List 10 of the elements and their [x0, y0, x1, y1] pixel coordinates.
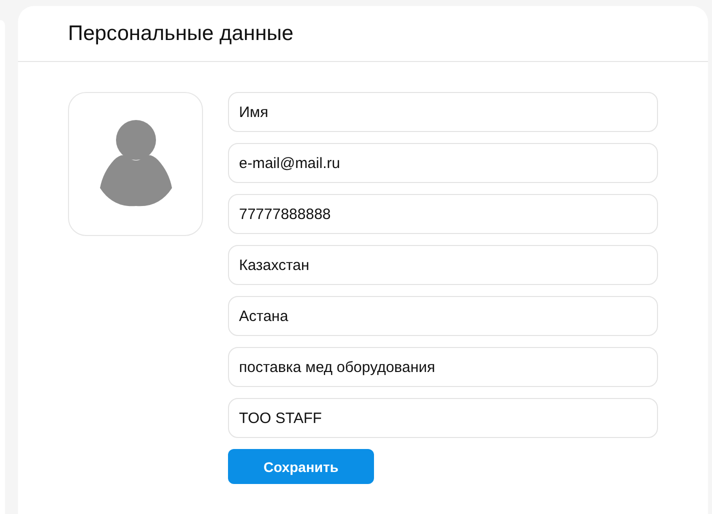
input-field[interactable]: Казахстан	[228, 245, 658, 285]
input-field[interactable]: TOO STAFF	[228, 398, 658, 438]
input-field[interactable]: Имя	[228, 92, 658, 132]
user-avatar-icon	[98, 120, 172, 208]
input-field[interactable]: e-mail@mail.ru	[228, 143, 658, 183]
avatar-frame[interactable]	[68, 92, 203, 236]
section-title: Персональные данные	[68, 22, 294, 46]
input-field[interactable]: 77777888888	[228, 194, 658, 234]
input-field[interactable]: поставка мед оборудования	[228, 347, 658, 387]
input-field[interactable]: Астана	[228, 296, 658, 336]
